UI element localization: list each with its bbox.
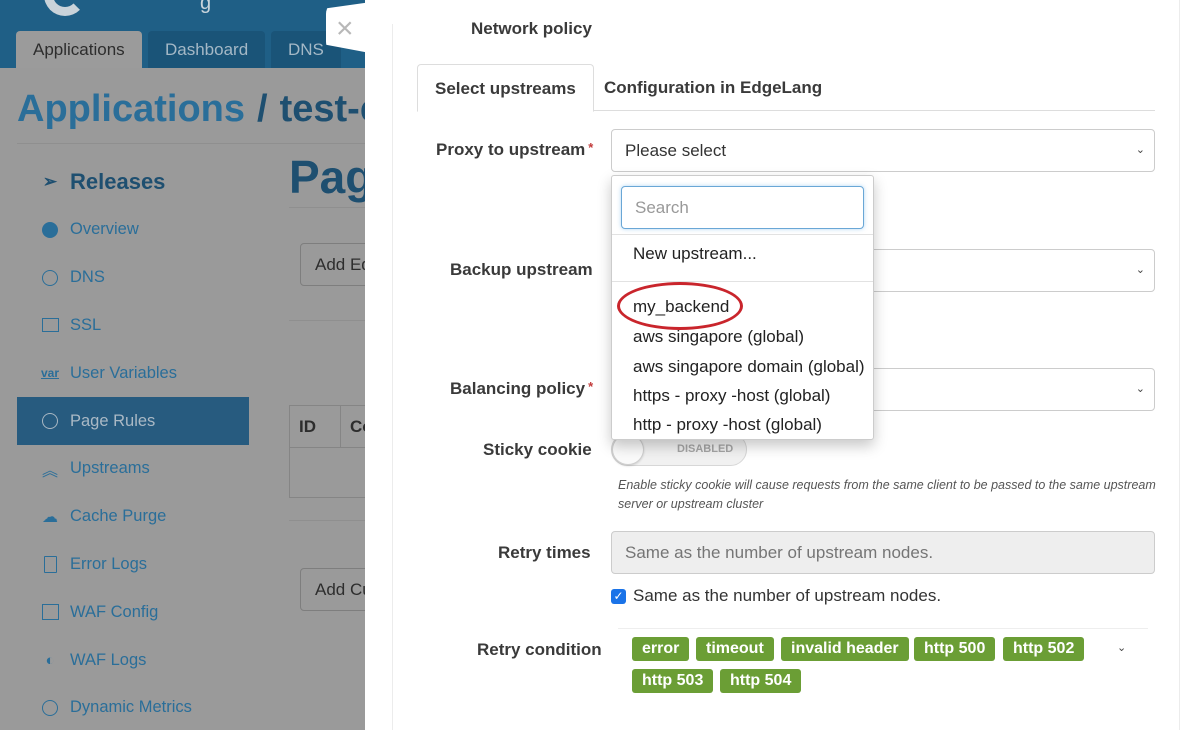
tab-select-upstreams[interactable]: Select upstreams: [417, 64, 594, 112]
sticky-cookie-help-text: Enable sticky cookie will cause requests…: [618, 478, 1156, 511]
dns-icon: [41, 269, 59, 287]
upstream-tabs: Select upstreams Configuration in EdgeLa…: [417, 64, 1155, 112]
chevron-down-icon: ⌄: [1135, 383, 1145, 395]
sidebar: ➢ Releases Overview DNS SSL var User Var…: [17, 158, 249, 730]
tag-http-503[interactable]: http 503: [632, 669, 714, 693]
ssl-icon: [41, 316, 59, 334]
sidebar-item-label: Overview: [70, 220, 139, 239]
retry-condition-label: Retry condition: [477, 640, 602, 659]
sidebar-item-cache-purge[interactable]: ☁ Cache Purge: [17, 493, 249, 541]
sidebar-title-label: Releases: [70, 169, 166, 194]
sidebar-item-user-variables[interactable]: var User Variables: [17, 349, 249, 397]
divider: [618, 628, 1148, 629]
dropdown-option[interactable]: my_backend: [633, 297, 729, 317]
sidebar-item-label: SSL: [70, 315, 102, 334]
scrollbar-track[interactable]: [1179, 0, 1180, 730]
sidebar-item-label: Cache Purge: [70, 507, 167, 526]
table-header-id: ID: [289, 405, 341, 448]
divider: [392, 24, 393, 730]
sidebar-item-waf-config[interactable]: WAF Config: [17, 588, 249, 636]
sidebar-item-overview[interactable]: Overview: [17, 206, 249, 254]
tag-error[interactable]: error: [632, 637, 690, 661]
breadcrumb-separator: /: [257, 88, 268, 130]
sidebar-item-ssl[interactable]: SSL: [17, 302, 249, 350]
network-policy-label: Network policy: [471, 19, 592, 38]
divider: [612, 281, 873, 282]
label-text: Balancing policy: [450, 379, 586, 398]
new-upstream-option[interactable]: New upstream...: [633, 244, 757, 264]
close-icon[interactable]: ×: [336, 14, 354, 44]
metrics-icon: [41, 699, 59, 717]
dropdown-option[interactable]: http - proxy -host (global): [633, 415, 822, 435]
upstream-config-drawer: Network policy Select upstreams Configur…: [365, 0, 1184, 730]
breadcrumb: Applications / test-ec: [17, 88, 402, 131]
sidebar-item-label: DNS: [70, 268, 105, 287]
chevron-down-icon[interactable]: ⌄: [1117, 641, 1126, 654]
logo-icon: [44, 0, 86, 16]
retry-times-checkbox-row: ✓ Same as the number of upstream nodes.: [611, 586, 941, 606]
var-icon: var: [40, 366, 60, 381]
chevron-down-icon: ⌄: [1135, 144, 1145, 156]
sidebar-item-label: Page Rules: [70, 411, 156, 430]
page-title: Pag: [289, 151, 374, 203]
paper-plane-icon: ➢: [42, 172, 58, 191]
sidebar-title[interactable]: ➢ Releases: [17, 158, 249, 206]
tag-http-504[interactable]: http 504: [720, 669, 802, 693]
sidebar-item-label: WAF Logs: [70, 650, 147, 669]
sidebar-item-dns[interactable]: DNS: [17, 254, 249, 302]
tag-http-500[interactable]: http 500: [914, 637, 996, 661]
proxy-to-upstream-select[interactable]: Please select ⌄: [611, 129, 1155, 172]
breadcrumb-applications[interactable]: Applications: [17, 88, 245, 130]
divider: [17, 143, 367, 144]
sidebar-item-label: WAF Config: [70, 602, 159, 621]
sticky-cookie-label: Sticky cookie: [483, 440, 592, 459]
nav-tab-dashboard[interactable]: Dashboard: [148, 31, 266, 68]
retry-times-checkbox[interactable]: ✓: [611, 588, 626, 604]
divider: [289, 520, 369, 521]
upstreams-icon: ︽: [41, 462, 58, 480]
chevron-down-icon: ⌄: [1135, 264, 1145, 276]
sidebar-item-label: Dynamic Metrics: [70, 698, 192, 717]
sidebar-item-dynamic-metrics[interactable]: Dynamic Metrics: [17, 684, 249, 730]
divider: [289, 320, 369, 321]
sidebar-item-page-rules[interactable]: Page Rules: [17, 397, 249, 445]
balancing-policy-label: Balancing policy *: [450, 379, 593, 399]
required-marker: *: [588, 140, 594, 155]
page-rules-icon: [41, 412, 59, 430]
tag-invalid-header[interactable]: invalid header: [781, 637, 909, 661]
sidebar-item-label: Error Logs: [70, 554, 148, 573]
dropdown-option[interactable]: aws singapore (global): [633, 327, 804, 347]
list-icon: [41, 603, 59, 621]
proxy-to-upstream-label: Proxy to upstream *: [436, 140, 593, 160]
select-value: Please select: [625, 141, 727, 160]
retry-times-label: Retry times: [498, 543, 591, 562]
retry-times-input[interactable]: [611, 531, 1155, 574]
overview-icon: [41, 221, 59, 239]
upstream-dropdown-menu: New upstream... my_backend aws singapore…: [611, 175, 874, 440]
nav-tab-applications[interactable]: Applications: [16, 31, 142, 68]
dropdown-option[interactable]: https - proxy -host (global): [633, 386, 830, 406]
dropdown-search-input[interactable]: [621, 186, 864, 229]
waf-logs-icon: ◐: [45, 651, 55, 669]
logo-text: g: [200, 0, 212, 14]
divider: [289, 207, 369, 208]
sidebar-item-label: User Variables: [70, 363, 177, 382]
dropdown-option[interactable]: aws singapore domain (global): [633, 357, 865, 377]
sidebar-item-upstreams[interactable]: ︽ Upstreams: [17, 445, 249, 493]
tab-configuration-edgelang[interactable]: Configuration in EdgeLang: [587, 64, 839, 111]
tag-http-502[interactable]: http 502: [1003, 637, 1085, 661]
required-marker: *: [588, 379, 594, 394]
label-text: Proxy to upstream: [436, 140, 586, 159]
cloud-icon: ☁: [42, 508, 58, 526]
sidebar-item-error-logs[interactable]: Error Logs: [17, 541, 249, 589]
checkbox-label: Same as the number of upstream nodes.: [633, 586, 942, 605]
backup-upstream-label: Backup upstream: [450, 260, 593, 279]
error-log-icon: [41, 555, 59, 573]
sidebar-item-waf-logs[interactable]: ◐ WAF Logs: [17, 636, 249, 684]
toggle-state-text: DISABLED: [677, 443, 734, 455]
divider: [612, 234, 873, 235]
tag-timeout[interactable]: timeout: [696, 637, 774, 661]
table-row: [289, 448, 369, 498]
sidebar-item-label: Upstreams: [70, 459, 150, 478]
